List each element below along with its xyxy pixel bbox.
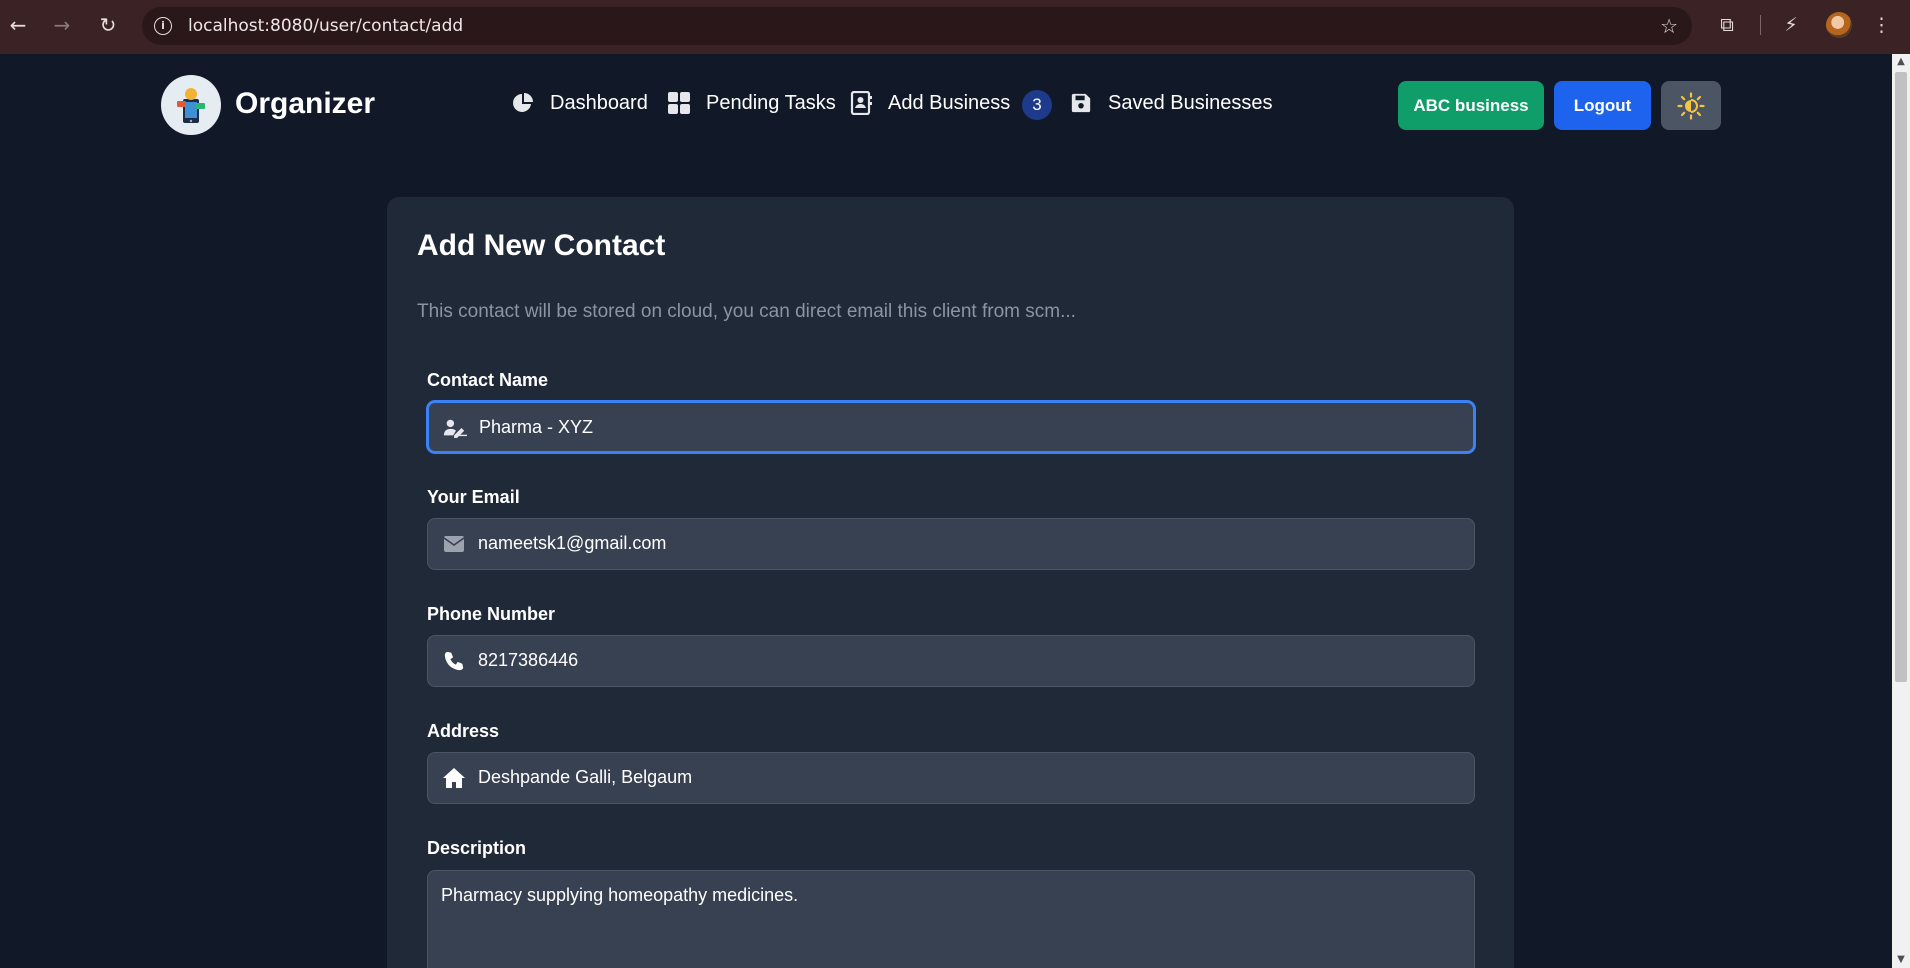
toolbar-divider [1760,15,1761,35]
nav-dashboard[interactable]: Dashboard [510,88,648,118]
reload-icon[interactable]: ↻ [96,13,120,37]
browser-menu-icon[interactable]: ⋮ [1872,12,1891,38]
url-text[interactable]: localhost:8080/user/contact/add [188,16,463,36]
phone-icon [442,649,466,673]
profile-avatar[interactable] [1826,12,1852,38]
address-bar[interactable]: i localhost:8080/user/contact/add ☆ [142,7,1692,45]
site-info-icon[interactable]: i [154,17,172,35]
email-field[interactable] [427,518,1475,570]
back-arrow-icon[interactable]: ← [6,13,30,37]
brand-name[interactable]: Organizer [235,87,375,121]
email-label: Your Email [427,487,520,507]
nav-pending-tasks[interactable]: Pending Tasks [666,88,836,118]
nav-pending-tasks-label: Pending Tasks [706,91,836,114]
contact-name-label: Contact Name [427,370,549,390]
logo[interactable] [161,75,221,135]
logo-icon [177,88,205,123]
contact-book-icon [848,90,874,116]
envelope-icon [442,532,466,556]
contact-name-input[interactable] [479,403,1459,451]
description-label: Description [427,838,527,858]
scroll-up-icon[interactable]: ▲ [1892,54,1910,70]
abc-business-button[interactable]: ABC business [1398,81,1544,130]
scroll-down-icon[interactable]: ▼ [1892,952,1910,968]
nav-saved-businesses-label: Saved Businesses [1108,91,1273,114]
pie-chart-icon [510,90,536,116]
phone-input[interactable] [478,636,1458,684]
nav-add-business-label: Add Business [888,91,1011,114]
address-field[interactable] [427,752,1475,804]
phone-field[interactable] [427,635,1475,687]
address-label: Address [427,721,500,741]
phone-label: Phone Number [427,604,556,624]
nav-dashboard-label: Dashboard [550,91,648,114]
browser-toolbar: ← → ↻ i localhost:8080/user/contact/add … [0,0,1910,54]
email-input[interactable] [478,519,1458,567]
logout-button[interactable]: Logout [1554,81,1651,130]
page-subtitle: This contact will be stored on cloud, yo… [417,301,1076,322]
home-icon [442,766,466,790]
nav-add-business[interactable]: Add Business [848,88,1010,118]
navbar: Organizer Dashboard Pending Tasks Add Bu… [0,54,1892,156]
extensions-icon[interactable]: ⧉ [1714,12,1740,38]
nav-saved-businesses[interactable]: Saved Businesses [1068,88,1273,118]
performance-icon[interactable]: ⚡ [1778,12,1804,38]
add-contact-card: Add New Contact This contact will be sto… [387,197,1514,968]
scrollbar-thumb[interactable] [1895,72,1907,682]
user-edit-icon [443,416,467,440]
save-icon [1068,90,1094,116]
description-field[interactable]: Pharmacy supplying homeopathy medicines. [427,870,1475,968]
contact-name-field[interactable] [427,401,1475,453]
description-textarea[interactable]: Pharmacy supplying homeopathy medicines. [428,871,1474,968]
sun-icon [1677,91,1705,120]
forward-arrow-icon[interactable]: → [50,13,74,37]
grid-icon [666,90,692,116]
theme-toggle-button[interactable] [1661,81,1721,130]
bookmark-star-icon[interactable]: ☆ [1660,14,1678,38]
address-input[interactable] [478,753,1458,801]
notification-badge[interactable]: 3 [1022,90,1052,120]
page-title: Add New Contact [417,229,666,262]
